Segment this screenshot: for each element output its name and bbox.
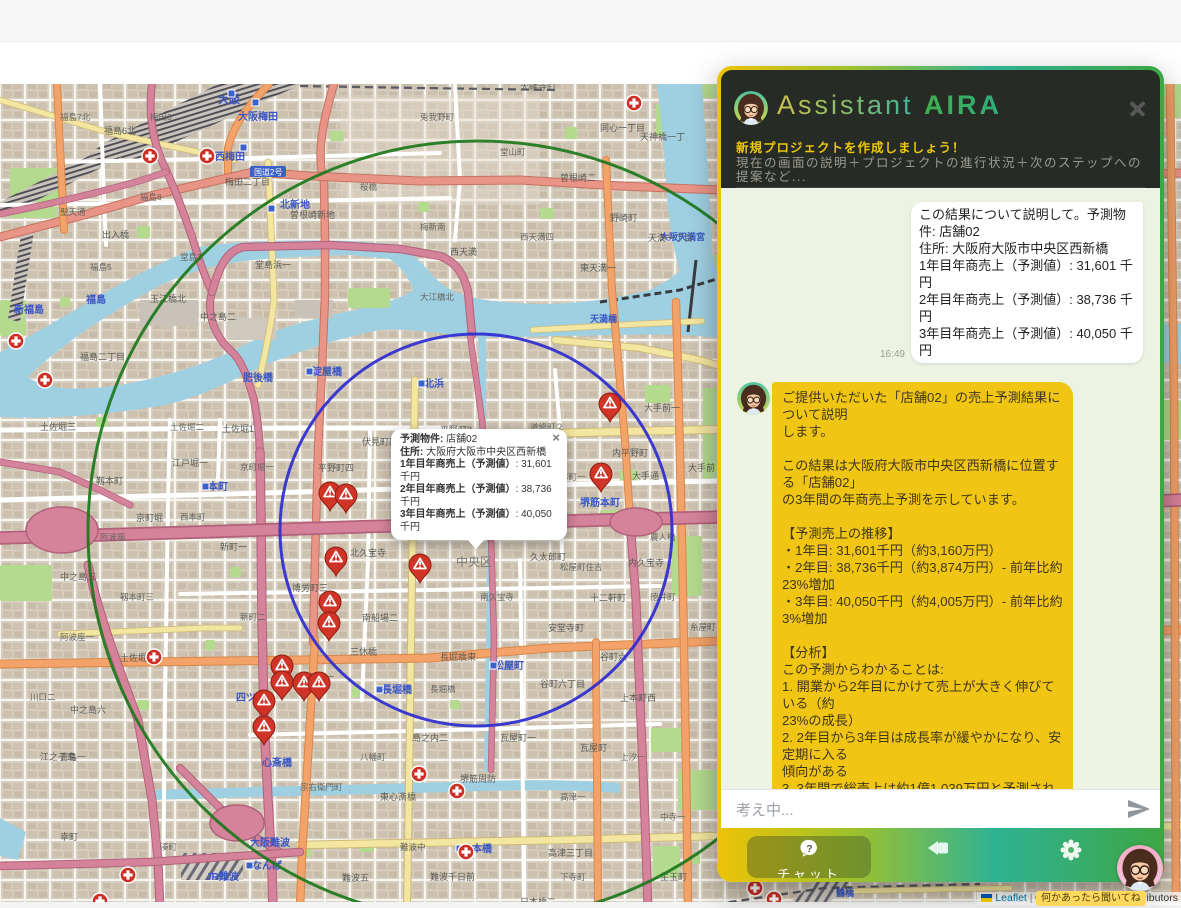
svg-text:難波五: 難波五	[342, 872, 369, 883]
svg-text:長堀橋東: 長堀橋東	[440, 651, 476, 662]
svg-text:阿波座一: 阿波座一	[60, 632, 95, 642]
svg-text:長堀橋: 長堀橋	[430, 684, 456, 694]
svg-text:堂山町: 堂山町	[500, 147, 526, 157]
svg-text:糸屋町: 糸屋町	[690, 622, 716, 632]
svg-text:上本町西: 上本町西	[620, 692, 656, 703]
svg-text:北久宝寺: 北久宝寺	[350, 547, 386, 558]
svg-text:新町一: 新町一	[220, 541, 247, 552]
svg-text:博労町三: 博労町三	[292, 582, 328, 593]
svg-text:西天満: 西天満	[450, 247, 477, 257]
svg-text:東心斎橋: 東心斎橋	[380, 791, 416, 802]
svg-text:中之島六: 中之島六	[70, 704, 106, 715]
svg-text:桜橋: 桜橋	[360, 182, 378, 192]
svg-text:江戸堀一: 江戸堀一	[172, 458, 208, 468]
svg-text:聖天通: 聖天通	[60, 207, 86, 217]
svg-text:南船場二: 南船場二	[362, 612, 398, 623]
svg-text:松屋町: 松屋町	[494, 659, 524, 672]
svg-text:福島7北: 福島7北	[60, 112, 91, 122]
svg-text:西本町: 西本町	[180, 512, 206, 522]
svg-text:福島二丁目: 福島二丁目	[80, 351, 125, 362]
svg-text:瓦屋町一: 瓦屋町一	[500, 733, 536, 743]
svg-text:安堂寺町: 安堂寺町	[548, 622, 584, 633]
svg-text:中央区: 中央区	[456, 554, 492, 569]
svg-text:内久宝寺: 内久宝寺	[628, 557, 664, 568]
svg-text:土佐堀1: 土佐堀1	[222, 423, 254, 434]
svg-text:国道2号: 国道2号	[254, 167, 282, 177]
svg-text:肥後橋: 肥後橋	[243, 371, 274, 384]
svg-text:南久宝寺: 南久宝寺	[480, 592, 515, 602]
svg-text:西天満四: 西天満四	[520, 232, 554, 242]
svg-text:阿波座: 阿波座	[100, 532, 126, 542]
svg-text:大手前一: 大手前一	[644, 402, 680, 413]
svg-text:西梅田: 西梅田	[215, 150, 245, 163]
svg-text:鶴橋: 鶴橋	[836, 887, 855, 898]
svg-text:難波千日前: 難波千日前	[430, 871, 475, 882]
svg-text:靱本町三: 靱本町三	[120, 592, 154, 602]
svg-text:JR難波: JR難波	[206, 870, 240, 883]
svg-text:十二軒町: 十二軒町	[590, 592, 626, 603]
svg-text:梅新南: 梅新南	[420, 222, 446, 232]
svg-text:新町二: 新町二	[240, 612, 266, 622]
svg-text:久太郎町: 久太郎町	[530, 551, 566, 562]
svg-text:大阪難波: 大阪難波	[250, 836, 291, 849]
svg-text:京町堀一: 京町堀一	[240, 462, 275, 472]
svg-text:天満橋: 天満橋	[590, 313, 618, 324]
svg-text:瓦屋町: 瓦屋町	[580, 743, 607, 753]
svg-text:北浜: 北浜	[424, 377, 444, 390]
svg-text:下寺町: 下寺町	[560, 872, 586, 882]
svg-text:土佐堀三: 土佐堀三	[40, 421, 76, 432]
svg-text:三休橋: 三休橋	[350, 646, 377, 657]
svg-text:堺筋本町: 堺筋本町	[580, 496, 620, 509]
svg-text:高津一: 高津一	[560, 792, 586, 802]
svg-text:富島一: 富島一	[60, 752, 86, 762]
svg-text:梅田二丁目: 梅田二丁目	[225, 176, 270, 187]
svg-text:松屋町住吉: 松屋町住吉	[560, 562, 603, 572]
svg-text:上汐一: 上汐一	[620, 752, 646, 762]
svg-text:野崎町: 野崎町	[610, 212, 637, 223]
svg-text:出入橋: 出入橋	[102, 229, 129, 240]
svg-text:中寺一: 中寺一	[660, 812, 686, 822]
svg-text:幸町: 幸町	[60, 832, 78, 842]
svg-text:京町堀: 京町堀	[136, 512, 163, 523]
svg-text:福島5: 福島5	[90, 262, 112, 272]
svg-text:堂島浜一: 堂島浜一	[255, 259, 291, 270]
svg-text:大阪梅田: 大阪梅田	[238, 110, 278, 123]
svg-text:靱本町: 靱本町	[96, 475, 123, 486]
svg-text:長堀橋: 長堀橋	[382, 683, 413, 696]
svg-text:?: ?	[806, 844, 812, 855]
svg-text:本町: 本町	[208, 480, 228, 493]
svg-text:大手前: 大手前	[688, 462, 715, 473]
svg-text:島之内二: 島之内二	[412, 732, 448, 743]
svg-text:兎我野町: 兎我野町	[420, 112, 455, 122]
svg-text:堺筋周防: 堺筋周防	[460, 773, 496, 784]
svg-text:天満一丁目: 天満一丁目	[648, 233, 693, 243]
svg-text:天神橋一丁: 天神橋一丁	[640, 131, 685, 142]
svg-text:福島: 福島	[85, 293, 106, 306]
svg-text:大江橋北: 大江橋北	[420, 292, 455, 302]
svg-text:曽根崎二: 曽根崎二	[560, 172, 596, 183]
svg-text:川口二: 川口二	[30, 692, 56, 702]
svg-text:淀屋橋: 淀屋橋	[312, 365, 343, 378]
svg-text:土佐堀二: 土佐堀二	[170, 422, 205, 432]
svg-text:八幡町: 八幡町	[360, 752, 386, 762]
svg-text:高津三丁目: 高津三丁目	[548, 847, 593, 858]
svg-text:中之島二: 中之島二	[200, 311, 236, 322]
svg-text:同心一丁目: 同心一丁目	[600, 123, 645, 133]
svg-text:心斎橋: 心斎橋	[262, 756, 293, 769]
svg-text:大手通: 大手通	[632, 470, 659, 481]
svg-text:新福島: 新福島	[14, 303, 44, 316]
svg-text:内平野町: 内平野町	[612, 447, 648, 458]
svg-text:宗右衛門町: 宗右衛門町	[300, 782, 343, 792]
svg-text:谷町六丁目: 谷町六丁目	[540, 678, 585, 689]
svg-text:東天満一: 東天満一	[580, 262, 616, 273]
svg-text:福島8: 福島8	[140, 192, 162, 202]
svg-text:太融寺町: 太融寺町	[520, 84, 556, 92]
svg-text:難波中: 難波中	[400, 842, 426, 852]
svg-text:福島6北: 福島6北	[104, 125, 136, 136]
svg-text:曽根崎新地: 曽根崎新地	[290, 209, 335, 220]
svg-text:梅田3: 梅田3	[150, 112, 172, 122]
svg-text:湊町: 湊町	[160, 842, 178, 852]
svg-text:平野町四: 平野町四	[318, 463, 354, 473]
